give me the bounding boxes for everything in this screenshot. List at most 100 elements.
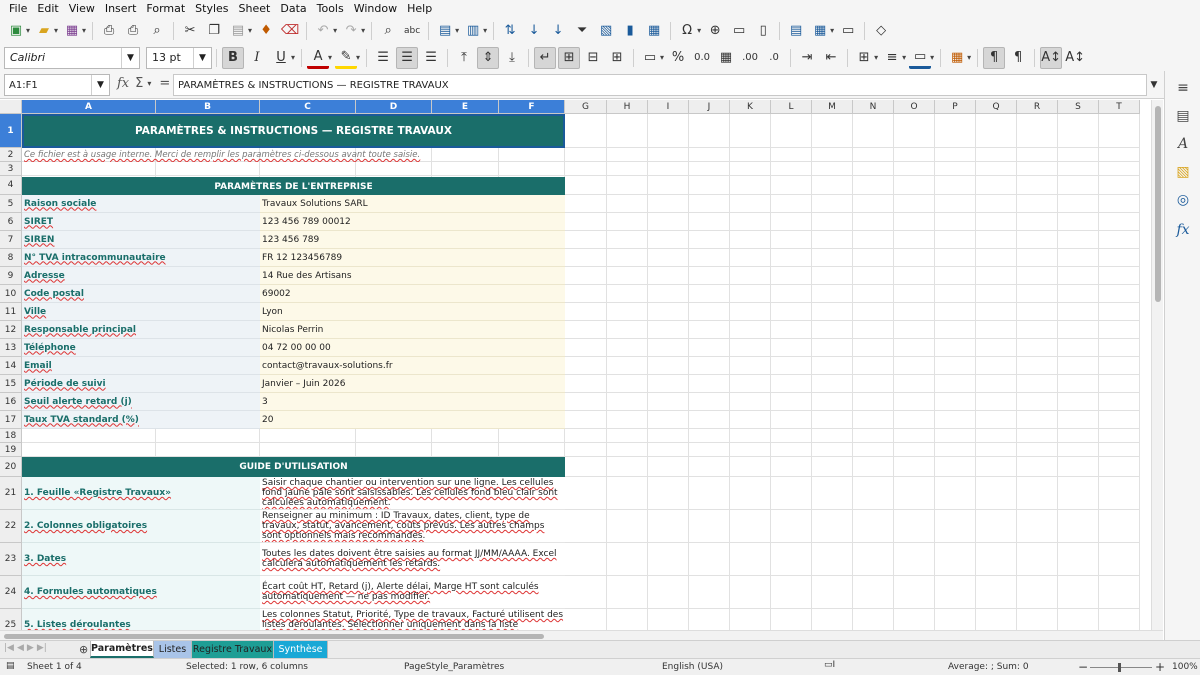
- column-header[interactable]: P: [935, 100, 976, 114]
- column-header[interactable]: T: [1099, 100, 1140, 114]
- currency-format-icon[interactable]: ▭: [639, 47, 661, 69]
- special-character-icon[interactable]: Ω: [676, 20, 698, 42]
- delete-decimal-icon[interactable]: .0: [763, 47, 785, 69]
- add-decimal-icon[interactable]: .00: [739, 47, 761, 69]
- first-sheet-icon[interactable]: |◀: [4, 643, 14, 653]
- text-direction-tb-icon[interactable]: A↕: [1064, 47, 1086, 69]
- row-header[interactable]: 4: [0, 176, 22, 195]
- row-header[interactable]: 13: [0, 339, 22, 357]
- column-header[interactable]: H: [607, 100, 648, 114]
- expand-formula-icon[interactable]: ▼: [1147, 74, 1161, 96]
- sum-icon[interactable]: Σ: [135, 76, 143, 91]
- copy-icon[interactable]: ❐: [203, 20, 225, 42]
- param-label-cell[interactable]: Seuil alerte retard (j): [22, 393, 260, 411]
- font-name-box[interactable]: Calibri ▼: [4, 46, 140, 69]
- zoom-out-icon[interactable]: −: [1078, 660, 1088, 674]
- param-label-cell[interactable]: Email: [22, 357, 260, 375]
- guide-text-cell[interactable]: Écart coût HT, Retard (j), Alerte délai,…: [260, 576, 565, 609]
- column-header[interactable]: I: [648, 100, 689, 114]
- pivot-table-icon[interactable]: ▦: [643, 20, 665, 42]
- insert-chart-icon[interactable]: ▮: [619, 20, 641, 42]
- row-header[interactable]: 23: [0, 543, 22, 576]
- row-header[interactable]: 14: [0, 357, 22, 375]
- param-label-cell[interactable]: SIREN: [22, 231, 260, 249]
- underline-icon[interactable]: U: [270, 47, 292, 69]
- column-header[interactable]: F: [499, 100, 565, 114]
- add-sheet-icon[interactable]: ⊕: [79, 643, 88, 656]
- freeze-rows-columns-icon[interactable]: ▦: [809, 20, 831, 42]
- row-header[interactable]: 24: [0, 576, 22, 609]
- param-label-cell[interactable]: Raison sociale: [22, 195, 260, 213]
- param-value-cell[interactable]: contact@travaux-solutions.fr: [260, 357, 565, 375]
- row-header[interactable]: 9: [0, 267, 22, 285]
- param-label-cell[interactable]: Période de suivi: [22, 375, 260, 393]
- menu-file[interactable]: File: [4, 2, 32, 15]
- page-style[interactable]: PageStyle_Paramètres: [404, 662, 504, 672]
- highlight-color-icon[interactable]: ✎: [335, 47, 358, 69]
- zoom-slider-handle[interactable]: [1118, 663, 1121, 672]
- function-wizard-icon[interactable]: fx: [117, 76, 129, 91]
- row-header[interactable]: 12: [0, 321, 22, 339]
- param-value-cell[interactable]: Travaux Solutions SARL: [260, 195, 565, 213]
- column-header[interactable]: N: [853, 100, 894, 114]
- guide-text-cell[interactable]: Renseigner au minimum : ID Travaux, date…: [260, 510, 565, 543]
- functions-icon[interactable]: fx: [1174, 221, 1192, 239]
- formula-input[interactable]: PARAMÈTRES & INSTRUCTIONS — REGISTRE TRA…: [173, 74, 1147, 96]
- merge-cells-icon[interactable]: ⊟: [582, 47, 604, 69]
- param-value-cell[interactable]: 3: [260, 393, 565, 411]
- italic-icon[interactable]: I: [246, 47, 268, 69]
- print-preview-icon[interactable]: ⌕: [146, 20, 168, 42]
- guide-text-cell[interactable]: Saisir chaque chantier ou intervention s…: [260, 477, 565, 510]
- horizontal-scrollbar[interactable]: [0, 630, 1163, 640]
- param-value-cell[interactable]: 123 456 789 00012: [260, 213, 565, 231]
- row-header[interactable]: 25: [0, 609, 22, 630]
- align-middle-icon[interactable]: ⇕: [477, 46, 500, 69]
- spelling-icon[interactable]: abc: [401, 20, 423, 42]
- increase-indent-icon[interactable]: ⇥: [796, 47, 818, 69]
- column-header[interactable]: D: [356, 100, 432, 114]
- font-color-icon[interactable]: A: [307, 47, 330, 69]
- chevron-down-icon[interactable]: ▼: [121, 47, 139, 68]
- param-label-cell[interactable]: Responsable principal: [22, 321, 260, 339]
- param-value-cell[interactable]: FR 12 123456789: [260, 249, 565, 267]
- sum-summary[interactable]: Average: ; Sum: 0: [948, 662, 1029, 672]
- document-status-icon[interactable]: ▤: [6, 661, 15, 671]
- horizontal-scroll-thumb[interactable]: [4, 634, 544, 639]
- sort-descending-icon[interactable]: ↓: [547, 20, 569, 42]
- row-header[interactable]: 3: [0, 162, 22, 176]
- menu-window[interactable]: Window: [349, 2, 402, 15]
- params-header-cell[interactable]: PARAMÈTRES DE L'ENTREPRISE: [22, 177, 565, 196]
- tab-synthese[interactable]: Synthèse: [274, 641, 328, 658]
- row-header[interactable]: 15: [0, 375, 22, 393]
- wrap-text-icon[interactable]: ↵: [534, 46, 557, 69]
- text-direction-lr-icon[interactable]: A↕: [1040, 46, 1063, 69]
- row-icon[interactable]: ▤: [434, 20, 456, 42]
- properties-icon[interactable]: ▤: [1174, 107, 1192, 125]
- paste-icon[interactable]: ▤: [227, 20, 249, 42]
- guide-header-cell[interactable]: GUIDE D'UTILISATION: [22, 457, 565, 477]
- percent-format-icon[interactable]: %: [667, 47, 689, 69]
- clone-formatting-icon[interactable]: ♦: [255, 20, 277, 42]
- unmerge-cells-icon[interactable]: ⊞: [606, 47, 628, 69]
- menu-view[interactable]: View: [64, 2, 100, 15]
- tab-parametres[interactable]: Paramètres: [90, 641, 154, 658]
- row-header[interactable]: 19: [0, 443, 22, 457]
- menu-edit[interactable]: Edit: [32, 2, 63, 15]
- column-header[interactable]: R: [1017, 100, 1058, 114]
- align-bottom-icon[interactable]: ⤓: [501, 47, 523, 69]
- menu-sheet[interactable]: Sheet: [234, 2, 276, 15]
- decrease-indent-icon[interactable]: ⇤: [820, 47, 842, 69]
- spreadsheet-grid[interactable]: ABCDEFGHIJKLMNOPQRST 1 2 3 4 5 6 7 8 9 10 11 12 13 14…: [0, 100, 1150, 630]
- open-folder-icon[interactable]: ▰: [33, 20, 55, 42]
- row-header[interactable]: 6: [0, 213, 22, 231]
- find-replace-icon[interactable]: ⌕: [377, 20, 399, 42]
- row-header[interactable]: 7: [0, 231, 22, 249]
- align-top-icon[interactable]: ⤒: [453, 47, 475, 69]
- undo-icon[interactable]: ↶: [312, 20, 334, 42]
- date-format-icon[interactable]: ▦: [715, 47, 737, 69]
- guide-label-cell[interactable]: 1. Feuille «Registre Travaux»: [22, 477, 260, 510]
- param-value-cell[interactable]: 14 Rue des Artisans: [260, 267, 565, 285]
- param-label-cell[interactable]: Adresse: [22, 267, 260, 285]
- show-draw-functions-icon[interactable]: ◇: [870, 20, 892, 42]
- insert-image-icon[interactable]: ▧: [595, 20, 617, 42]
